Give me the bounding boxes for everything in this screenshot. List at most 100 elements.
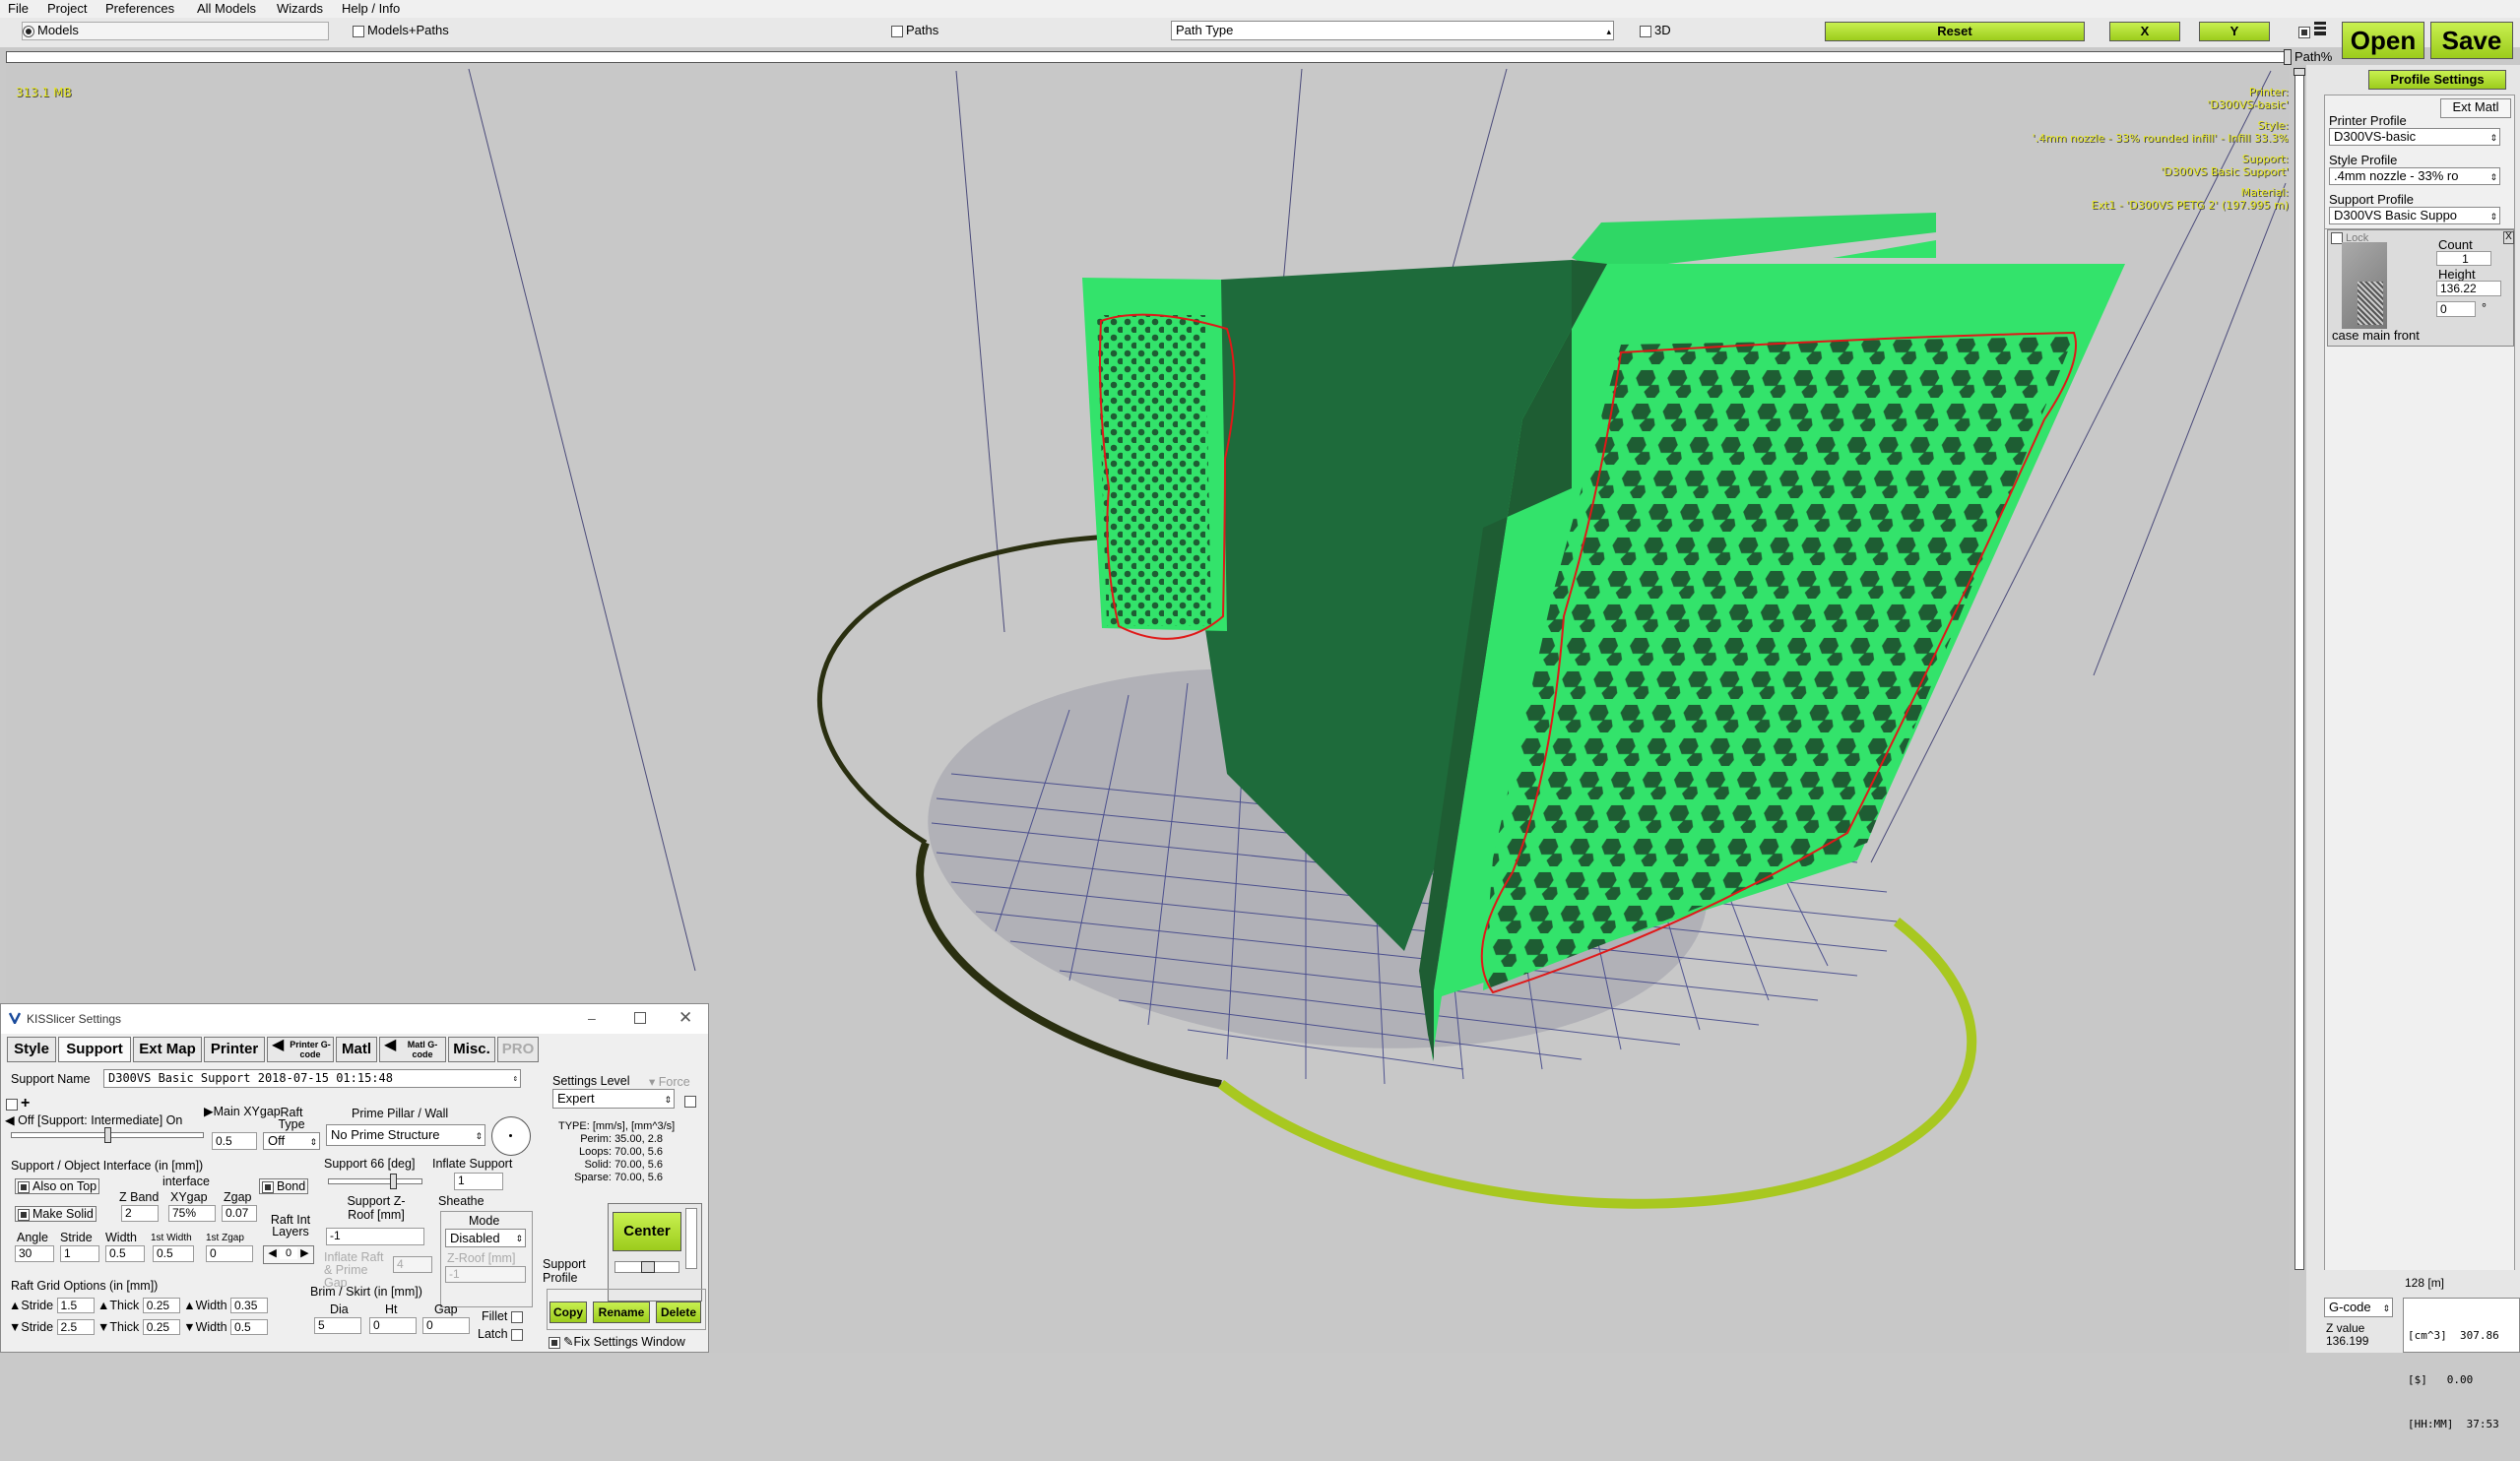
sheathe-mode-select[interactable]: Disabled ⇕ <box>445 1229 526 1247</box>
path-slider-handle[interactable] <box>2284 49 2292 65</box>
inflate-support-field[interactable]: 1 <box>454 1173 503 1190</box>
plus-icon[interactable]: + <box>21 1095 30 1112</box>
stride-field[interactable]: 1 <box>60 1245 99 1262</box>
output-mode-select[interactable]: G-code ⇕ <box>2324 1298 2393 1317</box>
models-radio[interactable]: Models <box>22 22 329 40</box>
support-angle-handle[interactable] <box>390 1174 397 1189</box>
path-percent-slider[interactable] <box>6 49 2292 65</box>
maximize-icon[interactable] <box>634 1012 646 1024</box>
triangle-up-icon: ▲ <box>9 1299 22 1312</box>
layer-vertical-slider[interactable] <box>2294 68 2305 1270</box>
rotate-field[interactable]: 0 <box>2436 301 2476 317</box>
xy-offset-handle[interactable] <box>641 1261 655 1273</box>
raft-type-select[interactable]: Off ⇕ <box>263 1132 320 1150</box>
main-xygap-field[interactable]: 0.5 <box>212 1132 257 1150</box>
menu-help[interactable]: Help / Info <box>342 1 400 16</box>
x-button[interactable]: X <box>2109 22 2180 41</box>
count-field[interactable]: 1 <box>2436 251 2491 266</box>
models-paths-checkbox[interactable] <box>353 25 364 37</box>
brim-dia-field[interactable]: 5 <box>314 1317 361 1334</box>
3d-checkbox[interactable] <box>1640 25 1651 37</box>
menu-wizards[interactable]: Wizards <box>277 1 323 16</box>
support-enable-checkbox[interactable] <box>6 1098 18 1111</box>
support-profile-select[interactable]: D300VS Basic Suppo ⇕ <box>2329 207 2500 224</box>
first-width-value: 0.5 <box>157 1246 173 1260</box>
models-paths-toggle[interactable]: Models+Paths <box>353 23 449 37</box>
profile-settings-button[interactable]: Profile Settings <box>2368 70 2506 90</box>
tab-matl[interactable]: Matl <box>336 1037 377 1062</box>
brim-ht-field[interactable]: 0 <box>369 1317 417 1334</box>
support-zroof-field[interactable]: -1 <box>326 1228 424 1245</box>
raft-int-stepper[interactable]: ◀ 0 ▶ <box>263 1245 314 1264</box>
fix-settings-toggle[interactable]: ✎Fix Settings Window <box>549 1334 685 1349</box>
xygap-field[interactable]: 75% <box>168 1205 216 1222</box>
close-icon[interactable]: ✕ <box>678 1008 692 1028</box>
prime-structure-select[interactable]: No Prime Structure ⇕ <box>326 1124 485 1146</box>
3d-toggle[interactable]: 3D <box>1640 23 1671 37</box>
first-width-field[interactable]: 0.5 <box>153 1245 194 1262</box>
rename-button[interactable]: Rename <box>593 1302 650 1323</box>
sheathe-zroof-field[interactable]: -1 <box>445 1266 526 1283</box>
style-profile-select[interactable]: .4mm nozzle - 33% ro ⇕ <box>2329 167 2500 185</box>
raft-thick-field[interactable]: 0.25 <box>142 1319 180 1335</box>
also-on-top-toggle[interactable]: Also on Top <box>15 1178 100 1194</box>
style-profile-label: Style Profile <box>2329 153 2398 167</box>
tab-matl-gcode[interactable]: ◀ Matl G-code <box>379 1037 446 1062</box>
tab-ext-map[interactable]: Ext Map <box>133 1037 202 1062</box>
path-type-select[interactable]: Path Type ▴ <box>1171 21 1614 40</box>
support-angle-slider[interactable] <box>328 1174 422 1189</box>
z-offset-slider[interactable] <box>685 1208 697 1269</box>
select-arrows-icon: ⇕ <box>2382 1303 2390 1313</box>
tab-pro[interactable]: PRO <box>497 1037 539 1062</box>
remove-model-button[interactable]: X <box>2503 231 2514 244</box>
menu-preferences[interactable]: Preferences <box>105 1 174 16</box>
latch-toggle[interactable]: Latch <box>478 1327 526 1341</box>
tab-style[interactable]: Style <box>7 1037 56 1062</box>
paths-checkbox[interactable] <box>891 25 903 37</box>
minimize-icon[interactable]: – <box>588 1010 596 1026</box>
tab-printer[interactable]: Printer <box>204 1037 265 1062</box>
tab-printer-gcode[interactable]: ◀ Printer G-code <box>267 1037 334 1062</box>
raft-stride-field[interactable]: 2.5 <box>56 1319 95 1335</box>
angle-field[interactable]: 30 <box>15 1245 54 1262</box>
save-button[interactable]: Save <box>2430 22 2513 59</box>
menu-project[interactable]: Project <box>47 1 87 16</box>
support-level-slider[interactable] <box>11 1127 204 1143</box>
zgap-field[interactable]: 0.07 <box>222 1205 257 1222</box>
support-name-select[interactable]: D300VS Basic Support 2018-07-15 01:15:48… <box>103 1069 521 1088</box>
force-checkbox[interactable] <box>684 1093 699 1108</box>
printer-profile-select[interactable]: D300VS-basic ⇕ <box>2329 128 2500 146</box>
height-field[interactable]: 136.22 <box>2436 281 2501 296</box>
ext-matl-button[interactable]: Ext Matl <box>2440 98 2511 118</box>
tab-misc[interactable]: Misc. <box>448 1037 495 1062</box>
tab-support[interactable]: Support <box>58 1037 131 1062</box>
menu-file[interactable]: File <box>8 1 29 16</box>
xy-offset-slider[interactable] <box>614 1261 679 1273</box>
support-level-handle[interactable] <box>104 1127 111 1143</box>
bond-toggle[interactable]: Bond <box>259 1178 309 1194</box>
raft-width-field[interactable]: 0.35 <box>230 1298 269 1313</box>
fillet-toggle[interactable]: Fillet <box>482 1309 526 1323</box>
open-button[interactable]: Open <box>2342 22 2424 59</box>
paths-toggle[interactable]: Paths <box>891 23 938 37</box>
first-zgap-field[interactable]: 0 <box>206 1245 253 1262</box>
inflate-raft-field[interactable]: 4 <box>393 1256 432 1273</box>
raft-thick-field[interactable]: 0.25 <box>142 1298 180 1313</box>
menu-all-models[interactable]: All Models <box>197 1 256 16</box>
prime-position-dial[interactable] <box>491 1116 531 1156</box>
raft-stride-field[interactable]: 1.5 <box>56 1298 95 1313</box>
center-button[interactable]: Center <box>613 1212 681 1251</box>
copy-button[interactable]: Copy <box>549 1302 587 1323</box>
settings-level-select[interactable]: Expert ⇕ <box>552 1089 675 1109</box>
raft-width-field[interactable]: 0.5 <box>230 1319 269 1335</box>
z-band-field[interactable]: 2 <box>121 1205 159 1222</box>
reset-button[interactable]: Reset <box>1825 22 2085 41</box>
brim-gap-field[interactable]: 0 <box>422 1317 470 1334</box>
delete-button[interactable]: Delete <box>656 1302 701 1323</box>
view-toggle-checkbox[interactable] <box>2298 24 2313 38</box>
layer-slider-handle[interactable] <box>2294 68 2305 76</box>
width-field[interactable]: 0.5 <box>105 1245 145 1262</box>
model-tile[interactable]: Lock X Count 1 Height 136.22 0 ° case ma… <box>2327 229 2514 347</box>
make-solid-toggle[interactable]: Make Solid <box>15 1206 97 1222</box>
y-button[interactable]: Y <box>2199 22 2270 41</box>
